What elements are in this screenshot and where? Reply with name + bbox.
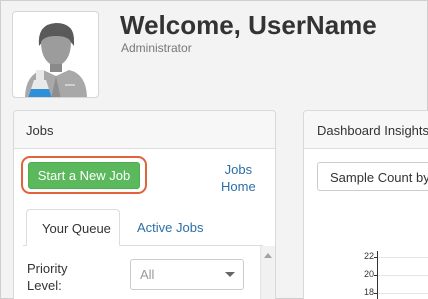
jobs-home-link[interactable]: Jobs Home <box>221 161 256 195</box>
y-tick-mark <box>374 257 378 258</box>
dashboard-select-value: Sample Count by <box>330 170 428 185</box>
y-tick-label: 22 <box>363 251 374 261</box>
scientist-avatar-icon <box>25 23 87 97</box>
tab-your-queue[interactable]: Your Queue <box>26 209 120 246</box>
y-tick-label: 20 <box>363 269 374 279</box>
welcome-heading: Welcome, UserName <box>120 10 377 40</box>
y-tick-label: 18 <box>363 287 374 297</box>
chart-gridline <box>378 275 428 276</box>
chart-gridline <box>378 293 428 294</box>
scroll-up-arrow-icon[interactable] <box>264 253 272 258</box>
priority-level-select[interactable]: All <box>130 259 244 290</box>
dashboard-panel-title: Dashboard Insights <box>304 111 428 149</box>
priority-label-line-2: Level: <box>27 278 62 293</box>
y-tick-mark <box>374 293 378 294</box>
jobs-home-line-2: Home <box>221 179 256 194</box>
dashboard-chart-select[interactable]: Sample Count by <box>317 162 428 191</box>
jobs-scrollbar[interactable] <box>260 246 275 299</box>
priority-level-label: Priority Level: <box>27 260 67 294</box>
start-new-job-button[interactable]: Start a New Job <box>28 162 140 189</box>
jobs-panel-title: Jobs <box>14 111 275 149</box>
tab-active-jobs[interactable]: Active Jobs <box>137 220 203 235</box>
priority-label-line-1: Priority <box>27 261 68 276</box>
priority-select-value: All <box>140 267 155 282</box>
chart-gridline <box>378 257 428 258</box>
start-job-highlight: Start a New Job <box>21 156 147 194</box>
user-avatar <box>12 11 99 98</box>
user-role: Administrator <box>121 41 192 55</box>
jobs-home-line-1: Jobs <box>224 162 253 177</box>
y-tick-mark <box>374 275 378 276</box>
chevron-down-icon <box>225 272 235 277</box>
